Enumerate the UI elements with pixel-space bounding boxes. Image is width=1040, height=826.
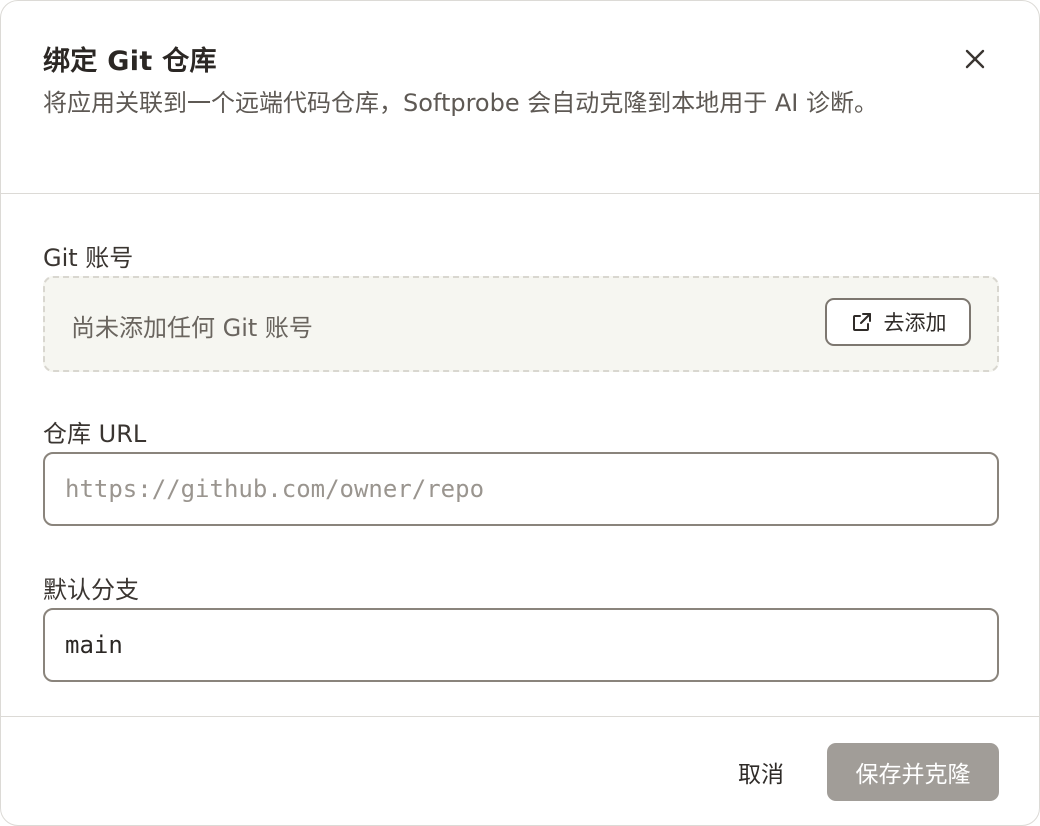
git-account-empty-box: 尚未添加任何 Git 账号 去添加 xyxy=(43,276,999,372)
save-and-clone-button[interactable]: 保存并克隆 xyxy=(827,743,999,801)
dialog-body: Git 账号 尚未添加任何 Git 账号 去添加 仓库 URL 默认分支 xyxy=(1,194,1039,716)
git-account-label: Git 账号 xyxy=(43,244,134,272)
repo-url-label: 仓库 URL xyxy=(43,420,147,448)
close-button[interactable] xyxy=(955,39,995,79)
dialog-header: 绑定 Git 仓库 将应用关联到一个远端代码仓库，Softprobe 会自动克隆… xyxy=(1,1,1039,194)
close-icon xyxy=(965,49,985,69)
default-branch-label: 默认分支 xyxy=(43,576,139,604)
dialog-subtitle: 将应用关联到一个远端代码仓库，Softprobe 会自动克隆到本地用于 AI 诊… xyxy=(43,89,878,117)
add-git-account-button[interactable]: 去添加 xyxy=(825,298,971,346)
default-branch-input[interactable] xyxy=(43,608,999,682)
dialog-footer: 取消 保存并克隆 xyxy=(1,716,1039,825)
bind-git-repo-dialog: 绑定 Git 仓库 将应用关联到一个远端代码仓库，Softprobe 会自动克隆… xyxy=(0,0,1040,826)
git-account-empty-text: 尚未添加任何 Git 账号 xyxy=(71,314,313,342)
repo-url-input[interactable] xyxy=(43,452,999,526)
cancel-button[interactable]: 取消 xyxy=(715,743,807,801)
add-git-account-label: 去添加 xyxy=(883,311,947,335)
dialog-title: 绑定 Git 仓库 xyxy=(43,46,217,77)
external-link-icon xyxy=(852,313,871,331)
